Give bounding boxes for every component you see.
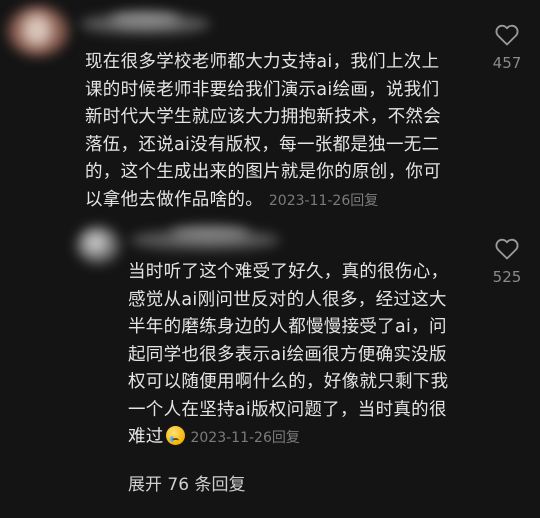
comment-line: 现在很多学校老师都大力支持ai，我们上次上 [85,52,440,72]
comment-line: 难过 2023-11-26回复 [128,424,448,453]
comment-line-text: 难过 [128,427,164,447]
like-button[interactable]: 525 [482,238,532,286]
comment-line: 感觉从ai刚问世反对的人很多，经过这大 [128,289,447,310]
comment-line: 新时代大学生就应该大力拥抱新技术，不然会 [85,107,441,127]
comment-line: 以拿他去做作品啥的。 2023-11-26回复 [85,187,441,216]
reply-button[interactable]: 回复 [350,193,378,209]
comment-date: 2023-11-26 [190,430,272,446]
comment-body: 现在很多学校老师都大力支持ai，我们上次上 课的时候老师非要给我们演示ai绘画，… [85,49,441,215]
comment-line: 当时听了这个难受了好久，真的很伤心， [128,262,449,282]
reply-button[interactable]: 回复 [272,430,300,446]
comment-line: 落伍，还说ai没有版权，每一张都是独一无二 [85,134,440,155]
like-count: 525 [492,268,522,286]
expand-replies-button[interactable]: 展开 76 条回复 [128,470,245,495]
comment-line: 的，这个生成出来的图片就是你的原创，你可 [85,162,441,182]
like-count: 457 [492,54,522,72]
comment-line: 起同学也很多表示ai绘画很方便确实没版 [128,344,447,365]
comment-line: 权可以随便用啊什么的，好像就只剩下我 [128,372,449,392]
comment-line-text: 以拿他去做作品啥的。 [85,189,263,210]
heart-icon[interactable] [495,238,519,260]
comment-line: 半年的磨练身边的人都慢慢接受了ai，问 [128,317,447,337]
comment-line: 一个人在坚持ai版权问题了，当时真的很 [128,399,447,420]
heart-icon[interactable] [495,24,519,46]
like-button[interactable]: 457 [482,24,532,72]
comment-date: 2023-11-26 [268,192,351,209]
comment-line: 课的时候老师非要给我们演示ai绘画，说我们 [85,79,440,100]
crying-face-icon [165,426,185,445]
reply-body: 当时听了这个难受了好久，真的很伤心， 感觉从ai刚问世反对的人很多，经过这大 半… [128,259,448,453]
